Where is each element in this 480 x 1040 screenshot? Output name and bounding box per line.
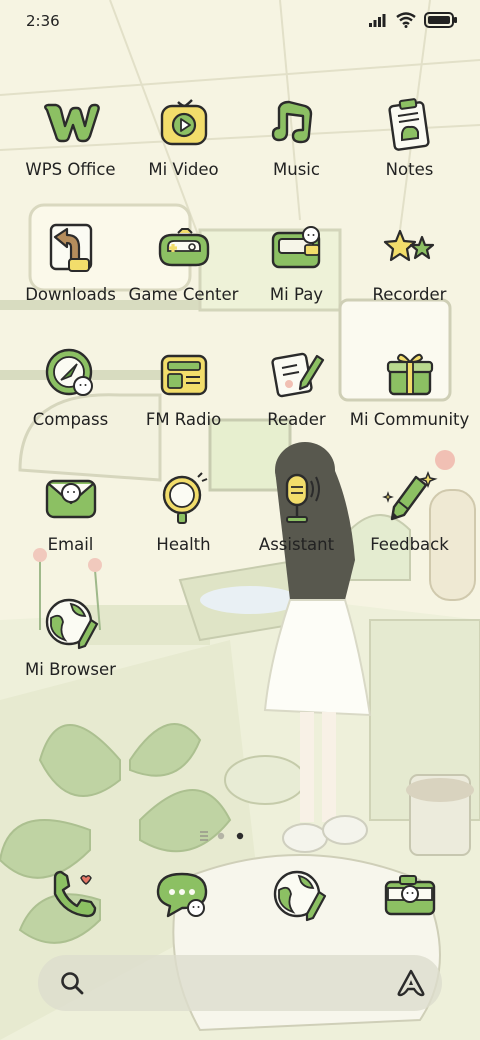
game-center-icon [158, 228, 209, 267]
feedback-icon [381, 470, 438, 521]
email-icon [45, 479, 96, 519]
app-notes[interactable]: Notes [353, 92, 466, 202]
app-label: FM Radio [145, 410, 222, 429]
music-icon [271, 100, 312, 144]
mi-browser-icon [45, 598, 98, 650]
app-label: Mi Browser [25, 660, 116, 679]
downloads-icon [49, 223, 92, 272]
status-icons [368, 12, 458, 28]
mi-pay-icon [271, 226, 320, 269]
app-feedback[interactable]: Feedback [353, 467, 466, 577]
app-reader[interactable]: Reader [240, 342, 353, 452]
app-label: Compass [32, 410, 109, 429]
status-time: 2:36 [26, 12, 60, 30]
app-music[interactable]: Music [240, 92, 353, 202]
app-label: Music [273, 160, 320, 179]
app-label: Mi Video [148, 160, 219, 179]
browser-icon[interactable] [267, 864, 331, 928]
home-screen: 2:36 WPS Office Mi Video Music Notes Dow… [0, 0, 480, 1040]
battery-icon [424, 12, 457, 28]
app-label: Mi Pay [269, 285, 324, 304]
messages-icon[interactable] [150, 864, 214, 928]
notes-icon [387, 98, 430, 151]
app-assistant[interactable]: Assistant [240, 467, 353, 577]
app-label: Health [156, 535, 211, 554]
mi-community-icon [386, 353, 433, 396]
recorder-icon [383, 229, 434, 262]
page-indicator[interactable] [0, 829, 480, 843]
app-label: Email [47, 535, 94, 554]
page-dot-2[interactable] [236, 832, 244, 840]
app-label: Recorder [372, 285, 447, 304]
phone-icon[interactable] [41, 864, 105, 928]
app-label: Downloads [25, 285, 116, 304]
wps-office-icon [43, 103, 100, 143]
health-icon [162, 472, 207, 524]
app-label: Notes [385, 160, 434, 179]
menu-lines-icon [200, 831, 208, 841]
wifi-icon [396, 12, 416, 28]
app-mi-video[interactable]: Mi Video [127, 92, 240, 202]
search-bar[interactable] [38, 955, 442, 1011]
app-downloads[interactable]: Downloads [14, 217, 127, 327]
app-mi-browser[interactable]: Mi Browser [14, 592, 127, 702]
app-fm-radio[interactable]: FM Radio [127, 342, 240, 452]
page-dot-1[interactable] [217, 832, 225, 840]
assistant-icon [285, 473, 320, 523]
app-game-center[interactable]: Game Center [127, 217, 240, 327]
search-icon[interactable] [58, 969, 86, 997]
status-bar: 2:36 [0, 0, 480, 44]
dock [0, 860, 480, 940]
fm-radio-icon [160, 354, 207, 396]
app-label: Feedback [370, 535, 449, 554]
signal-icon [369, 14, 386, 27]
app-label: Game Center [128, 285, 239, 304]
app-label: Mi Community [349, 410, 470, 429]
app-mi-community[interactable]: Mi Community [350, 342, 469, 452]
app-wps-office[interactable]: WPS Office [14, 92, 127, 202]
app-health[interactable]: Health [127, 467, 240, 577]
assistant-a-icon[interactable] [396, 967, 426, 997]
app-label: Assistant [258, 535, 335, 554]
camera-icon[interactable] [378, 864, 442, 928]
app-label: Reader [267, 410, 326, 429]
compass-icon [45, 348, 93, 396]
mi-video-icon [160, 99, 207, 146]
app-label: WPS Office [25, 160, 116, 179]
app-mi-pay[interactable]: Mi Pay [240, 217, 353, 327]
app-email[interactable]: Email [14, 467, 127, 577]
app-compass[interactable]: Compass [14, 342, 127, 452]
reader-icon [270, 352, 324, 398]
app-recorder[interactable]: Recorder [353, 217, 466, 327]
